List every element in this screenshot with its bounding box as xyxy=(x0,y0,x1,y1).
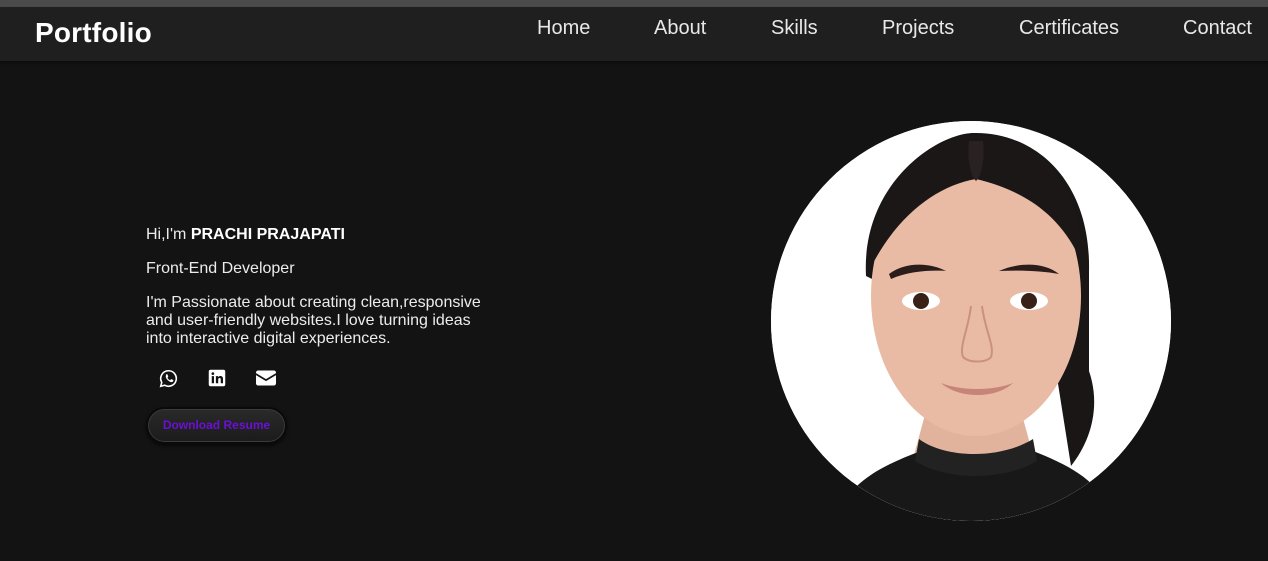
hero-name: PRACHI PRAJAPATI xyxy=(190,226,345,243)
hero-section: Hi,I'm PRACHI PRAJAPATI Front-End Develo… xyxy=(146,226,506,444)
email-icon[interactable] xyxy=(256,368,276,388)
nav-projects[interactable]: Projects xyxy=(882,17,954,40)
greeting: Hi,I'm PRACHI PRAJAPATI xyxy=(146,226,506,244)
brand-logo[interactable]: Portfolio xyxy=(35,17,152,49)
profile-photo xyxy=(771,121,1171,521)
nav-certificates[interactable]: Certificates xyxy=(1019,17,1119,40)
social-links xyxy=(158,368,506,388)
download-resume-button[interactable]: Download Resume xyxy=(146,407,287,444)
linkedin-icon[interactable] xyxy=(207,368,227,388)
nav-about[interactable]: About xyxy=(654,17,706,40)
hero-role: Front-End Developer xyxy=(146,260,295,277)
nav-contact[interactable]: Contact xyxy=(1183,17,1252,40)
nav-home[interactable]: Home xyxy=(537,17,590,40)
top-strip xyxy=(0,0,1268,7)
nav-skills[interactable]: Skills xyxy=(771,17,818,40)
whatsapp-icon[interactable] xyxy=(158,368,178,388)
hero-bio: I'm Passionate about creating clean,resp… xyxy=(146,294,481,347)
navbar: Portfolio Home About Skills Projects Cer… xyxy=(0,7,1268,61)
greeting-prefix: Hi,I'm xyxy=(146,226,191,243)
